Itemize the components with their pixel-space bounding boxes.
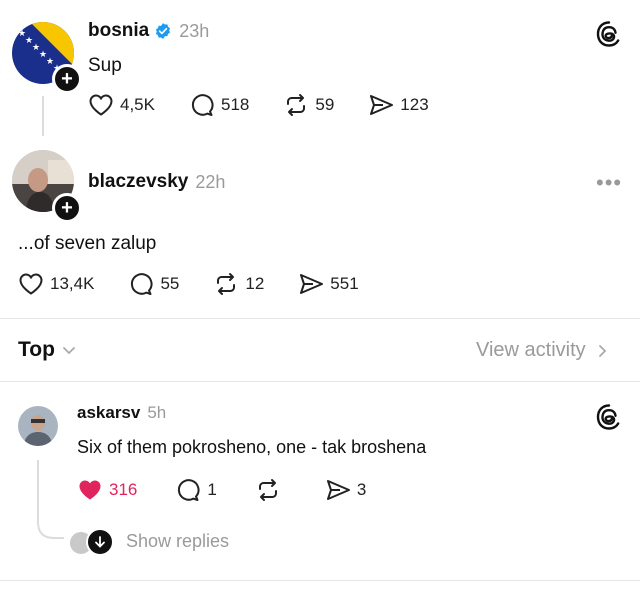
comment-count: 518 [220, 95, 250, 114]
replies-avatars [68, 528, 116, 556]
share-count: 3 [356, 480, 367, 499]
threads-logo-icon[interactable] [595, 403, 623, 431]
reply-time: 5h [147, 403, 167, 422]
comment-button[interactable]: 55 [128, 272, 179, 296]
share-icon [326, 480, 350, 500]
post-time: 23h [179, 20, 210, 41]
divider [0, 580, 640, 581]
repost-button[interactable]: 12 [213, 272, 264, 296]
threads-logo-icon[interactable] [595, 20, 623, 48]
comment-icon [131, 273, 153, 295]
repost-count: 12 [245, 274, 265, 293]
post-actions: 13,4K 55 12 551 [18, 272, 393, 296]
share-button[interactable]: 551 [298, 272, 359, 296]
sort-dropdown[interactable]: Top [18, 338, 77, 362]
share-count: 551 [330, 274, 359, 293]
repost-icon [258, 479, 277, 501]
view-activity-link[interactable]: View activity [476, 339, 610, 362]
view-activity-label: View activity [476, 339, 586, 361]
reply-text: Six of them pokrosheno, one - tak broshe… [77, 437, 427, 457]
divider [0, 318, 640, 319]
repost-icon [217, 273, 236, 295]
like-button[interactable]: 13,4K [18, 272, 94, 296]
post-time: 22h [195, 171, 226, 192]
comment-button[interactable]: 1 [175, 478, 217, 502]
thread-line [42, 96, 44, 136]
share-button[interactable]: 123 [368, 93, 429, 117]
like-count: 13,4K [50, 274, 95, 293]
heart-icon [19, 273, 43, 295]
repost-icon [287, 94, 306, 116]
avatar-askarsv[interactable] [18, 406, 58, 446]
post-text: ...of seven zalup [18, 233, 157, 254]
comment-button[interactable]: 518 [189, 93, 249, 117]
sort-label: Top [18, 338, 55, 361]
repost-button[interactable]: 59 [283, 93, 334, 117]
reply-actions: 316 1 3 [77, 478, 400, 502]
comment-count: 55 [160, 274, 180, 293]
username[interactable]: blaczevsky [88, 171, 188, 193]
heart-icon [89, 94, 113, 116]
repost-button[interactable] [255, 478, 287, 502]
share-icon [300, 274, 324, 294]
verified-badge-icon [156, 23, 171, 39]
more-icon[interactable]: ••• [596, 170, 622, 196]
chevron-down-icon [63, 347, 75, 355]
post-actions: 4,5K 518 59 123 [88, 93, 463, 117]
comment-icon [178, 479, 200, 501]
like-count: 4,5K [120, 95, 155, 114]
arrow-down-icon [86, 528, 114, 556]
like-button[interactable]: 4,5K [88, 93, 155, 117]
thread-connector [37, 460, 64, 539]
share-count: 123 [400, 95, 429, 114]
divider [0, 381, 640, 382]
share-icon [370, 95, 394, 115]
show-replies-label: Show replies [126, 530, 230, 551]
like-count: 316 [109, 480, 138, 499]
follow-plus-button[interactable]: + [52, 64, 82, 94]
username[interactable]: askarsv [77, 403, 140, 423]
chevron-right-icon [598, 344, 606, 357]
username[interactable]: bosnia [88, 20, 149, 42]
share-button[interactable]: 3 [325, 478, 366, 502]
follow-plus-button[interactable]: + [52, 193, 82, 223]
post-text: Sup [88, 55, 122, 76]
heart-filled-icon [79, 480, 101, 500]
user-photo-avatar [18, 406, 58, 446]
show-replies-button[interactable]: Show replies [68, 528, 230, 556]
repost-count: 59 [315, 95, 335, 114]
like-button[interactable]: 316 [77, 478, 137, 502]
comment-icon [191, 94, 214, 116]
comment-count: 1 [207, 480, 217, 499]
